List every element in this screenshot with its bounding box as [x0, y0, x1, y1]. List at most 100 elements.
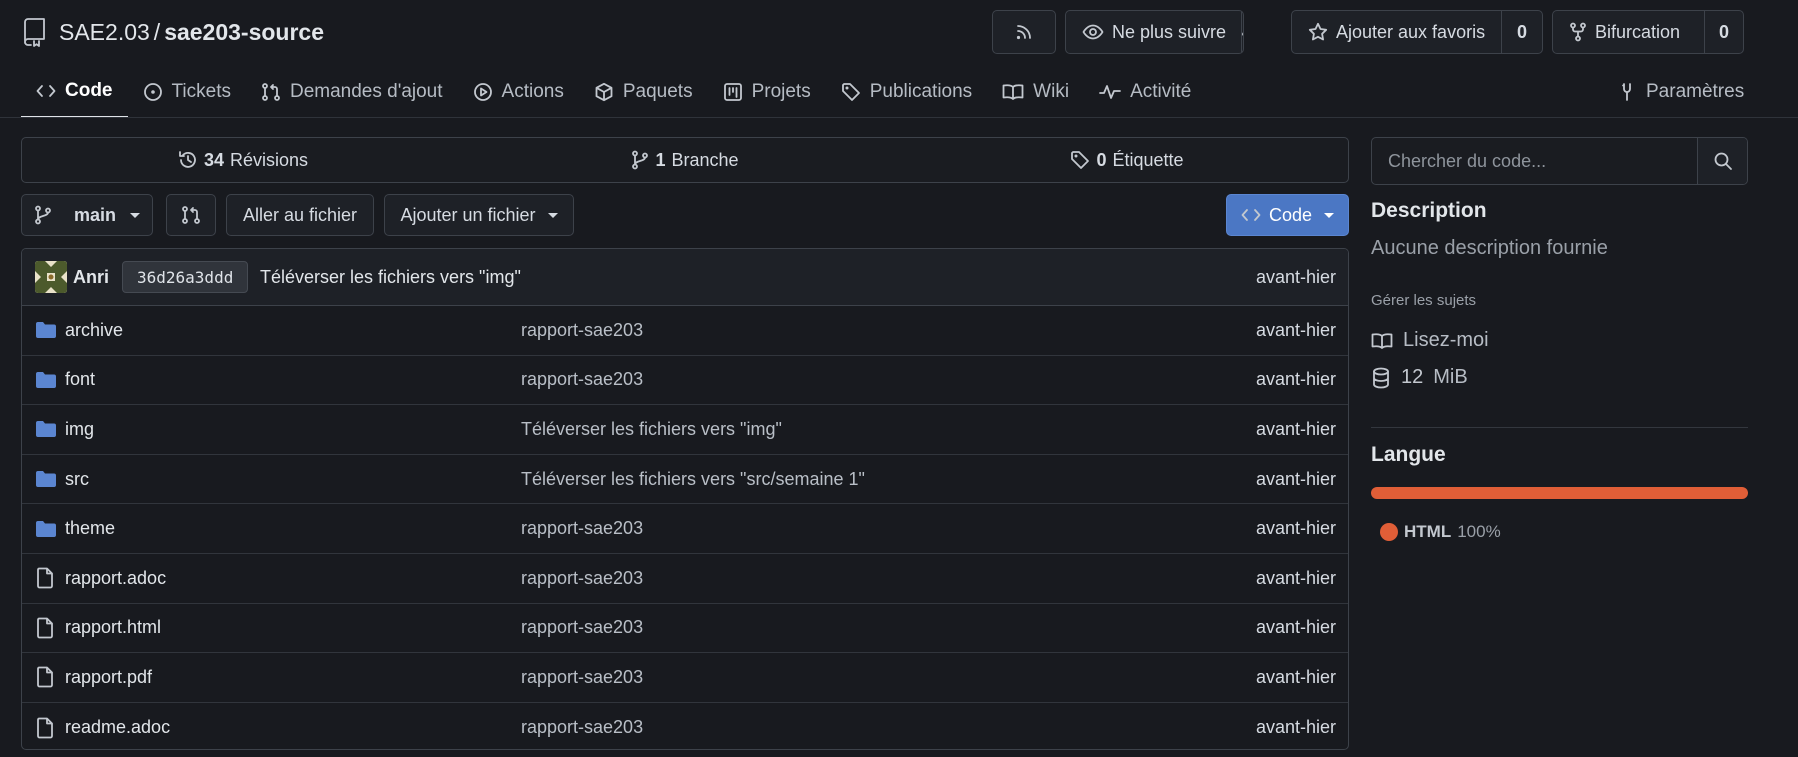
fork-button[interactable]: Bifurcation: [1553, 11, 1705, 53]
star-button[interactable]: Ajouter aux favoris: [1292, 11, 1502, 53]
tab-packages-label: Paquets: [622, 81, 693, 102]
file-name[interactable]: theme: [65, 518, 115, 539]
tab-actions-label: Actions: [501, 81, 564, 102]
tab-wiki[interactable]: Wiki: [987, 66, 1084, 118]
commits-count: 34: [203, 149, 224, 170]
file-row[interactable]: archive rapport-sae203 avant-hier: [22, 306, 1348, 356]
file-time: avant-hier: [1255, 418, 1336, 439]
file-name[interactable]: rapport.html: [65, 617, 161, 638]
file-name[interactable]: src: [65, 469, 89, 490]
folder-icon: [35, 520, 57, 538]
file-row[interactable]: rapport.pdf rapport-sae203 avant-hier: [22, 653, 1348, 703]
search-button[interactable]: [1697, 138, 1747, 184]
add-file-button[interactable]: Ajouter un fichier: [384, 194, 574, 236]
file-row[interactable]: rapport.html rapport-sae203 avant-hier: [22, 604, 1348, 654]
commit-time: avant-hier: [1255, 266, 1336, 287]
tab-publications-label: Publications: [869, 81, 973, 102]
file-name[interactable]: readme.adoc: [65, 717, 170, 738]
branch-icon: [631, 150, 649, 170]
tab-tickets[interactable]: Tickets: [128, 66, 246, 118]
chevron-down-icon: [1324, 212, 1335, 218]
commit-author[interactable]: Anri: [73, 267, 109, 288]
chevron-down-icon: [547, 212, 558, 218]
tag-icon: [1070, 150, 1090, 170]
unwatch-button[interactable]: Ne plus suivre: [1066, 11, 1242, 53]
file-commit-message[interactable]: Téléverser les fichiers vers "img": [521, 419, 782, 440]
pulse-icon: [1099, 83, 1121, 101]
language-bar: [1371, 487, 1748, 499]
tab-packages[interactable]: Paquets: [579, 66, 708, 118]
file-name[interactable]: font: [65, 369, 95, 390]
file-commit-message[interactable]: rapport-sae203: [521, 518, 643, 539]
sidebar-divider: [1371, 427, 1748, 428]
watch-count[interactable]: 4: [1242, 11, 1243, 53]
star-count[interactable]: 0: [1502, 11, 1542, 53]
file-row[interactable]: rapport.adoc rapport-sae203 avant-hier: [22, 554, 1348, 604]
star-icon: [1308, 22, 1328, 42]
commits-link[interactable]: 34 Révisions: [22, 138, 464, 182]
language-item-html[interactable]: HTML 100%: [1380, 522, 1501, 542]
tab-settings[interactable]: Paramètres: [1602, 66, 1759, 118]
file-commit-message[interactable]: rapport-sae203: [521, 717, 643, 738]
avatar[interactable]: [35, 261, 67, 293]
commit-message[interactable]: Téléverser les fichiers vers "img": [260, 267, 521, 288]
code-icon: [1241, 207, 1261, 223]
go-to-file-button[interactable]: Aller au fichier: [226, 194, 374, 236]
tab-publications[interactable]: Publications: [826, 66, 987, 118]
add-file-label: Ajouter un fichier: [400, 204, 536, 225]
file-commit-message[interactable]: rapport-sae203: [521, 617, 643, 638]
file-commit-message[interactable]: rapport-sae203: [521, 568, 643, 589]
code-search-input[interactable]: [1372, 138, 1697, 184]
manage-topics-link[interactable]: Gérer les sujets: [1371, 292, 1476, 309]
readme-link[interactable]: Lisez-moi: [1371, 329, 1489, 352]
package-icon: [594, 82, 614, 102]
rss-button[interactable]: [992, 10, 1056, 54]
tab-pull-requests[interactable]: Demandes d'ajout: [246, 66, 458, 118]
tab-tickets-label: Tickets: [171, 81, 231, 102]
tags-link[interactable]: 0 Étiquette: [906, 138, 1348, 182]
file-time: avant-hier: [1255, 369, 1336, 390]
tags-label: Étiquette: [1112, 149, 1184, 170]
file-table: Anri 36d26a3ddd Téléverser les fichiers …: [21, 248, 1349, 750]
file-name[interactable]: img: [65, 419, 94, 440]
tabs-divider: [0, 117, 1798, 118]
file-row[interactable]: readme.adoc rapport-sae203 avant-hier: [22, 703, 1348, 749]
fork-label: Bifurcation: [1595, 21, 1681, 42]
branches-label: Branche: [671, 149, 739, 170]
repo-name-link[interactable]: sae203-source: [164, 19, 324, 45]
file-commit-message[interactable]: rapport-sae203: [521, 369, 643, 390]
tab-actions[interactable]: Actions: [458, 66, 579, 118]
tag-icon: [841, 82, 861, 102]
branches-link[interactable]: 1 Branche: [464, 138, 906, 182]
language-color-dot: [1380, 523, 1398, 541]
file-time: avant-hier: [1255, 666, 1336, 687]
file-icon: [35, 666, 55, 688]
tab-pull-requests-label: Demandes d'ajout: [289, 81, 443, 102]
tab-code[interactable]: Code: [21, 66, 128, 118]
file-time: avant-hier: [1255, 567, 1336, 588]
code-clone-button[interactable]: Code: [1226, 194, 1349, 236]
commit-sha[interactable]: 36d26a3ddd: [122, 261, 249, 293]
file-name[interactable]: rapport.adoc: [65, 568, 166, 589]
tab-activity[interactable]: Activité: [1084, 66, 1206, 118]
file-row[interactable]: font rapport-sae203 avant-hier: [22, 356, 1348, 406]
fork-count[interactable]: 0: [1705, 11, 1743, 53]
project-icon: [723, 82, 743, 102]
file-icon: [35, 617, 55, 639]
tab-activity-label: Activité: [1130, 81, 1192, 102]
tab-projects[interactable]: Projets: [708, 66, 826, 118]
repo-size-unit: MiB: [1433, 366, 1468, 388]
file-name[interactable]: rapport.pdf: [65, 667, 152, 688]
compare-button[interactable]: [166, 194, 216, 236]
file-commit-message[interactable]: rapport-sae203: [521, 320, 643, 341]
file-row[interactable]: theme rapport-sae203 avant-hier: [22, 504, 1348, 554]
file-row[interactable]: img Téléverser les fichiers vers "img" a…: [22, 405, 1348, 455]
file-row[interactable]: src Téléverser les fichiers vers "src/se…: [22, 455, 1348, 505]
file-commit-message[interactable]: Téléverser les fichiers vers "src/semain…: [521, 469, 865, 490]
file-name[interactable]: archive: [65, 320, 123, 341]
repo-owner-link[interactable]: SAE2.03: [59, 19, 150, 45]
tab-settings-label: Paramètres: [1646, 81, 1745, 102]
branch-selector[interactable]: main: [21, 194, 153, 236]
tab-wiki-label: Wiki: [1033, 81, 1070, 102]
file-commit-message[interactable]: rapport-sae203: [521, 667, 643, 688]
